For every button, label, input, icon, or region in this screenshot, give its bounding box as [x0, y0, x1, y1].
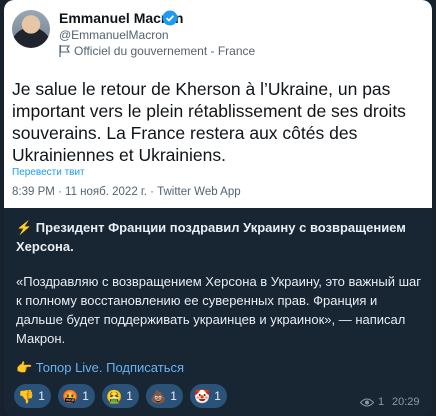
reaction-count: 1: [170, 389, 177, 403]
translate-tweet-link[interactable]: Перевести твит: [12, 167, 85, 178]
verified-badge-icon: [162, 10, 178, 26]
tweet-text: Je salue le retour de Kherson à l’Ukrain…: [12, 79, 406, 165]
subscribe-link[interactable]: 👉 Топор Live. Подписаться: [16, 360, 184, 376]
reaction-clown[interactable]: 🤡 1: [190, 384, 227, 408]
tweet-timestamp[interactable]: 8:39 PM · 11 нояб. 2022 г. · Twitter Web…: [12, 186, 241, 198]
thumbs-down-icon: 👎: [18, 388, 35, 404]
tweet-card[interactable]: Emmanuel Macron @EmmanuelMacron Officiel…: [4, 0, 432, 208]
government-label: Officiel du gouvernement - France: [74, 44, 256, 58]
tweet-handle[interactable]: @EmmanuelMacron: [59, 28, 169, 42]
vomiting-face-icon: 🤮: [106, 388, 123, 404]
views-count: 1: [378, 396, 385, 408]
clown-icon: 🤡: [194, 388, 211, 404]
eye-icon: [360, 397, 374, 407]
reaction-count: 1: [82, 389, 89, 403]
reaction-vomiting[interactable]: 🤮 1: [102, 384, 139, 408]
reaction-thumbs-down[interactable]: 👎 1: [14, 384, 51, 408]
post-time: 20:29: [392, 396, 420, 408]
reaction-poop[interactable]: 💩 1: [146, 384, 183, 408]
angry-face-icon: 🤬: [62, 388, 79, 404]
reaction-count: 1: [214, 389, 221, 403]
avatar[interactable]: [12, 10, 50, 48]
post-quote: «Поздравляю с возвращением Херсона в Укр…: [16, 274, 421, 346]
post-headline: ⚡ Президент Франции поздравил Украину с …: [16, 220, 406, 254]
reaction-count: 1: [38, 389, 45, 403]
views-counter: 1: [360, 396, 384, 408]
reaction-angry[interactable]: 🤬 1: [58, 384, 95, 408]
reaction-count: 1: [126, 389, 133, 403]
channel-post: Emmanuel Macron @EmmanuelMacron Officiel…: [4, 0, 432, 416]
government-flag-icon: [59, 45, 70, 57]
poop-icon: 💩: [150, 388, 167, 404]
